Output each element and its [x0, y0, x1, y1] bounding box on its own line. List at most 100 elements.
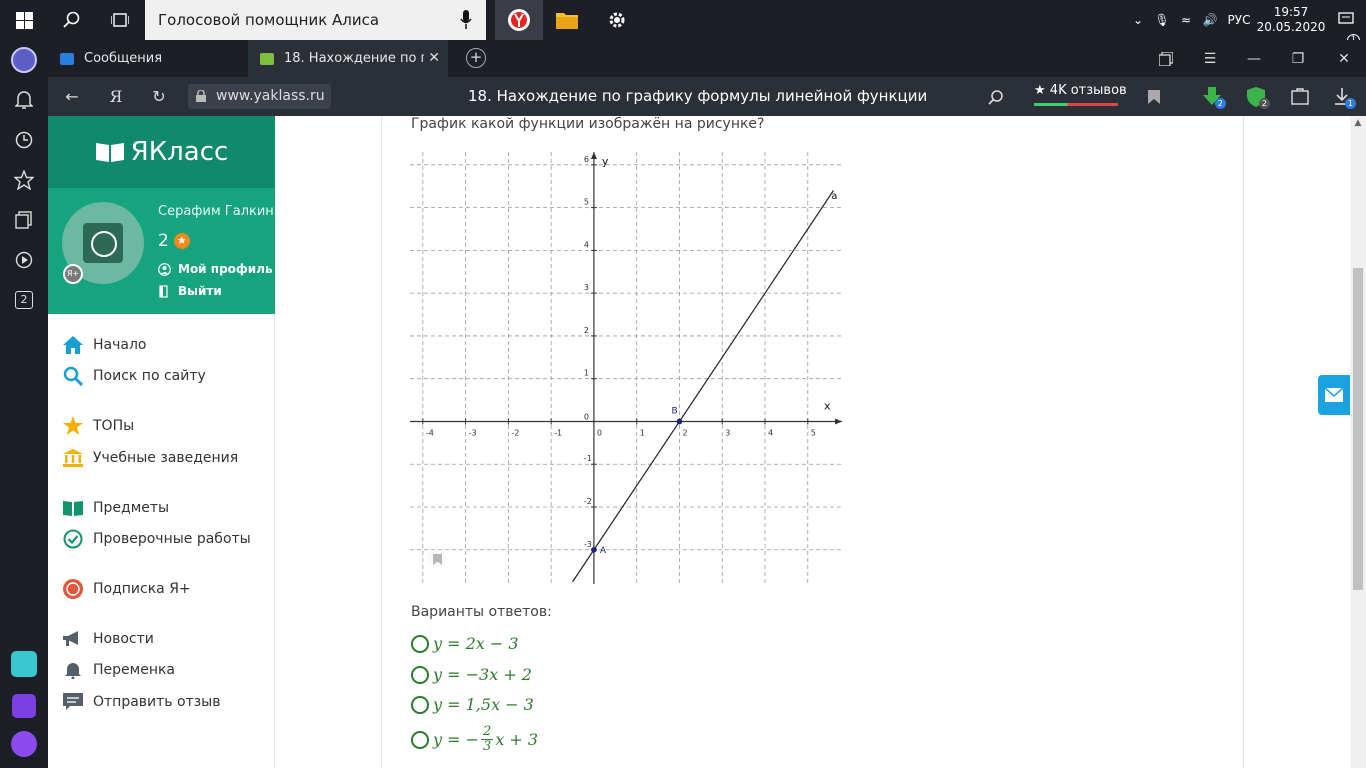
sidebar-alice-app[interactable] [0, 686, 48, 726]
answer-formula: y = 1,5x − 3 [433, 695, 534, 714]
sidebar-bookmarks[interactable] [0, 160, 48, 200]
answer-formula-prefix: y = − [433, 730, 480, 749]
windows-icon [15, 11, 33, 29]
close-window-button[interactable]: ✕ [1322, 40, 1366, 77]
score-star-icon: ★ [173, 233, 190, 249]
task-view-button[interactable] [96, 0, 144, 40]
point-marker [591, 546, 597, 553]
nav-break[interactable]: Переменка [62, 658, 175, 682]
answer-option-2[interactable]: y = −3x + 2 [411, 665, 532, 684]
nav-tops[interactable]: ТОПы [62, 414, 134, 438]
feedback-mail-button[interactable] [1318, 375, 1350, 415]
search-button[interactable] [48, 0, 96, 40]
downloads-button[interactable]: 1 [1320, 77, 1364, 116]
radio-button[interactable] [411, 634, 429, 653]
minimize-button[interactable]: — [1232, 40, 1276, 77]
yaklass-favicon-icon [260, 52, 274, 65]
radio-button[interactable] [411, 730, 429, 749]
x-tick-label: 4 [768, 428, 773, 437]
origin-label: 0 [584, 412, 589, 421]
answer-option-1[interactable]: y = 2x − 3 [411, 634, 519, 653]
yaklass-logo[interactable]: ЯКласс [48, 116, 275, 188]
taskbar-settings[interactable] [593, 0, 641, 40]
taskbar-yandex-browser[interactable] [495, 0, 543, 40]
answer-option-4[interactable]: y = − 2 3 x + 3 [411, 725, 538, 754]
answer-option-3[interactable]: y = 1,5x − 3 [411, 695, 534, 714]
reviews-button[interactable]: ★ 4K отзывов [1034, 83, 1127, 106]
sidebar-history[interactable] [0, 120, 48, 160]
yandex-home-button[interactable]: Я [96, 77, 136, 116]
tab-yaklass[interactable]: 18. Нахождение по гра ✕ [248, 40, 448, 77]
tabs-list-button[interactable] [1144, 40, 1188, 77]
sidebar-messenger[interactable] [0, 644, 48, 684]
language-indicator[interactable]: РУС [1222, 13, 1256, 27]
nav-news[interactable]: Новости [62, 627, 154, 651]
search-page-button[interactable] [976, 77, 1016, 116]
folder-icon [556, 13, 578, 29]
nav-search[interactable]: Поиск по сайту [62, 364, 206, 388]
radio-button[interactable] [411, 665, 429, 684]
volume-icon[interactable]: 🔊 [1198, 13, 1222, 27]
extension-badge: 2 [1258, 98, 1270, 109]
star-icon [62, 415, 84, 437]
extension-adguard[interactable]: 2 [1234, 77, 1278, 116]
alice-search-text: Голосовой помощник Алиса [158, 11, 380, 29]
page-scrollbar[interactable]: ▲ [1350, 116, 1366, 768]
x-tick-label: 1 [640, 428, 645, 437]
nav-schools[interactable]: Учебные заведения [62, 446, 238, 470]
scrollbar-thumb[interactable] [1353, 268, 1363, 590]
nav-subjects[interactable]: Предметы [62, 496, 169, 520]
new-tab-button[interactable]: + [466, 48, 486, 68]
extension-downloader[interactable]: 2 [1190, 77, 1234, 116]
user-name[interactable]: Серафим Галкин [158, 204, 274, 219]
nav-feedback[interactable]: Отправить отзыв [62, 690, 220, 714]
series-line [572, 190, 834, 583]
nav-tests[interactable]: Проверочные работы [62, 527, 251, 551]
radio-button[interactable] [411, 695, 429, 714]
sidebar-video[interactable] [0, 240, 48, 280]
nav-label: Проверочные работы [93, 531, 251, 547]
tab-messages[interactable]: Сообщения [48, 40, 248, 77]
nav-home[interactable]: Начало [62, 333, 146, 357]
close-tab-icon[interactable]: ✕ [428, 50, 440, 66]
home-icon [62, 334, 84, 356]
url-field[interactable]: www.yaklass.ru [188, 84, 331, 109]
counter-badge-icon: 2 [15, 291, 33, 309]
y-tick-label: 5 [584, 198, 589, 207]
x-axis-arrow [835, 418, 842, 425]
restore-button[interactable]: ❐ [1276, 40, 1320, 77]
sidebar-collections[interactable] [0, 200, 48, 240]
alice-search-box[interactable]: Голосовой помощник Алиса [145, 0, 486, 40]
sidebar-counter[interactable]: 2 [0, 280, 48, 320]
clock[interactable]: 19:57 20.05.2020 [1256, 5, 1326, 35]
bookmark-question-button[interactable] [427, 550, 447, 568]
microphone-tray-icon[interactable]: 🎙 [1150, 13, 1174, 27]
taskbar-file-explorer[interactable] [543, 0, 591, 40]
clock-date: 20.05.2020 [1256, 20, 1326, 34]
notification-center-button[interactable]: 1 [1326, 11, 1366, 47]
chevron-up-icon[interactable]: ⌄ [1126, 13, 1150, 27]
nav-label: Начало [93, 337, 147, 353]
logout-link[interactable]: Выйти [158, 284, 222, 298]
messenger-app-icon [11, 651, 37, 677]
nav-label: Переменка [93, 662, 176, 678]
page-title[interactable]: 18. Нахождение по графику формулы линейн… [468, 77, 927, 116]
scroll-up-icon[interactable]: ▲ [1350, 118, 1366, 128]
x-axis-label: x [824, 399, 831, 412]
start-button[interactable] [0, 0, 48, 40]
menu-button[interactable]: ☰ [1188, 40, 1232, 77]
y-tick-label: 3 [584, 283, 589, 292]
sidebar-notifications[interactable] [0, 80, 48, 120]
tab-bar: Сообщения 18. Нахождение по гра ✕ + ☰ — … [48, 40, 1366, 77]
sidebar-alice[interactable] [0, 724, 48, 764]
reload-button[interactable]: ↻ [139, 77, 179, 116]
lock-icon[interactable] [196, 90, 206, 102]
network-icon[interactable]: ≈ [1174, 13, 1198, 27]
back-button[interactable]: ← [52, 77, 92, 116]
microphone-icon[interactable] [460, 10, 472, 30]
bookmark-button[interactable] [1134, 77, 1174, 116]
extension-collections[interactable] [1278, 77, 1322, 116]
my-profile-link[interactable]: Мой профиль [158, 262, 273, 276]
nav-subscription[interactable]: Подписка Я+ [62, 577, 191, 601]
sidebar-account[interactable] [0, 40, 48, 80]
